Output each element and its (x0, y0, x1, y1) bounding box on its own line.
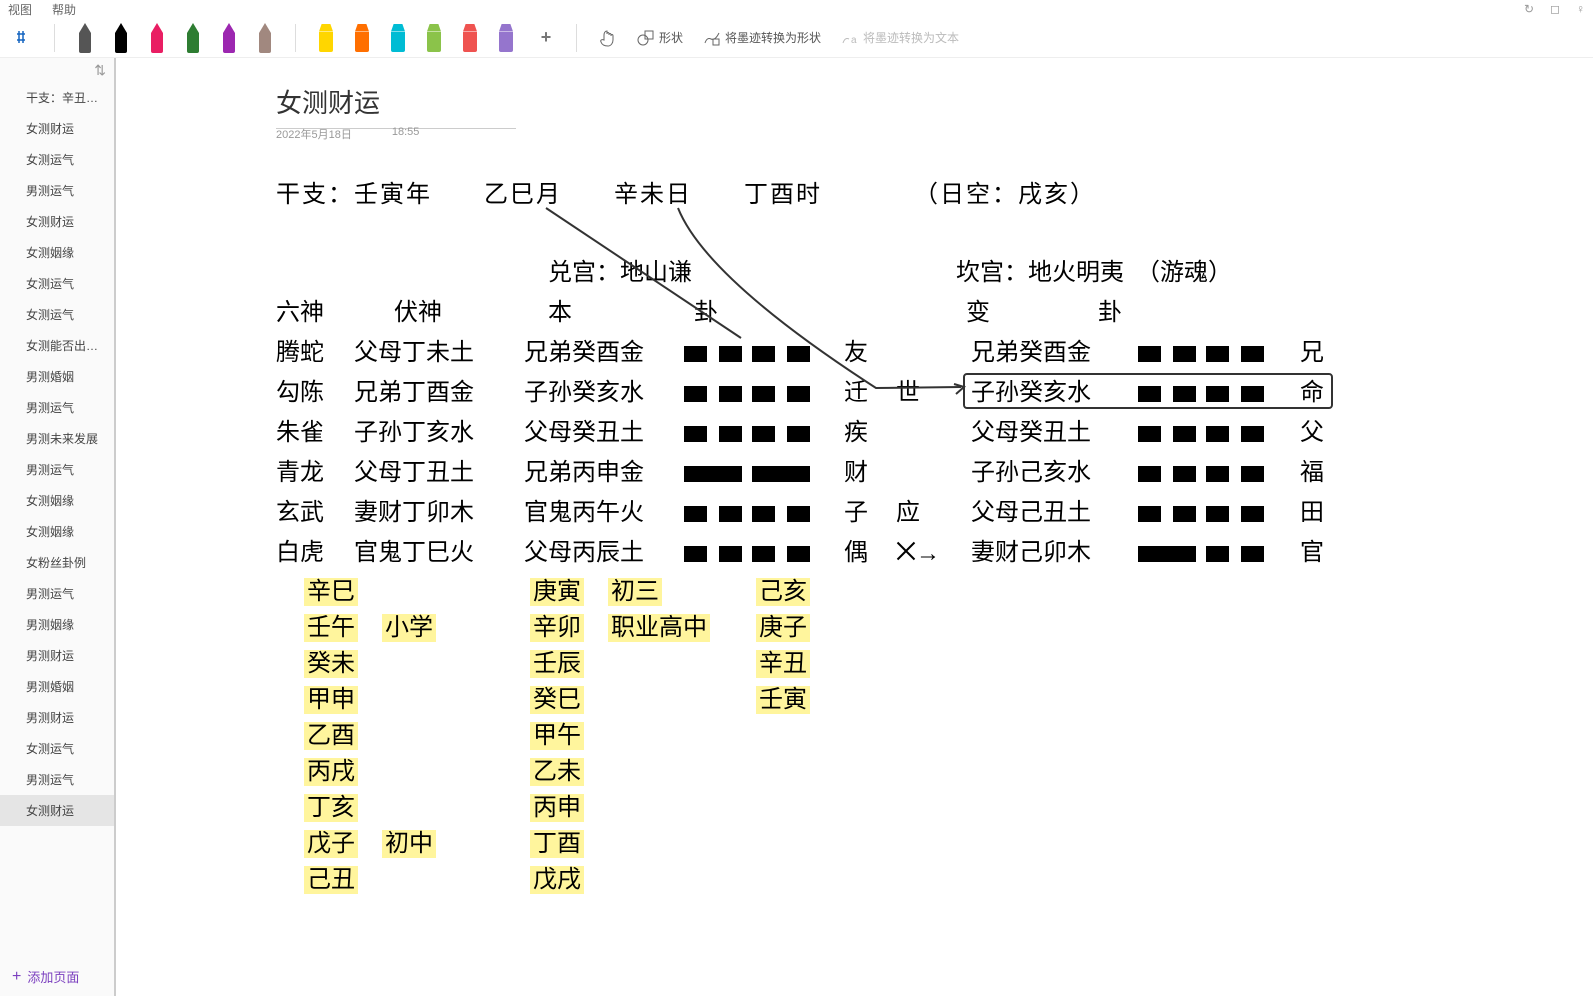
page-item[interactable]: 男测运气 (0, 454, 114, 485)
page-item[interactable]: 女测运气 (0, 733, 114, 764)
highlighted-text: 壬辰 (530, 652, 584, 676)
page-item[interactable]: 男测运气 (0, 578, 114, 609)
bulb-icon[interactable]: ♀ (1576, 2, 1585, 16)
highlighted-text: 乙未 (530, 760, 584, 784)
window-icon[interactable]: ◻ (1550, 2, 1560, 16)
shape-tool[interactable]: 形状 (631, 25, 689, 51)
note-canvas[interactable]: 女测财运 2022年5月18日18:55 干支：壬寅年 乙巳月 辛未日 丁酉时 … (116, 58, 1593, 996)
highlighted-text: 壬寅 (756, 688, 810, 712)
page-item[interactable]: 女测姻缘 (0, 485, 114, 516)
header-ben: 本 (548, 301, 572, 325)
highlighter-tool-5[interactable] (490, 20, 522, 56)
page-item[interactable]: 男测运气 (0, 764, 114, 795)
page-item[interactable]: 男测婚姻 (0, 361, 114, 392)
cursor-tool[interactable] (8, 20, 40, 56)
header-gua: 卦 (694, 301, 718, 325)
page-item[interactable]: 男测未来发展 (0, 423, 114, 454)
highlighter-tool-2[interactable] (382, 20, 414, 56)
ink-to-text-button[interactable]: a 将墨迹转换为文本 (835, 25, 965, 51)
highlighted-text: 辛巳 (304, 580, 358, 604)
page-item[interactable]: 女测财运 (0, 206, 114, 237)
highlighter-tool-4[interactable] (454, 20, 486, 56)
sort-button[interactable]: ⇅ (0, 58, 114, 82)
page-item[interactable]: 女测姻缘 (0, 516, 114, 547)
highlighted-text: 丙申 (530, 796, 584, 820)
add-pen-button[interactable]: + (530, 20, 562, 56)
highlighted-text: 丁亥 (304, 796, 358, 820)
highlighted-text: 己丑 (304, 868, 358, 892)
header-fu: 伏神 (394, 301, 442, 325)
highlighted-text: 甲申 (304, 688, 358, 712)
ink-highlight-rect (963, 373, 1333, 409)
pen-tool-3[interactable] (177, 20, 209, 56)
note-date-time: 2022年5月18日18:55 (276, 126, 419, 142)
page-item[interactable]: 干支：辛丑年… (0, 82, 114, 113)
highlighted-text: 癸未 (304, 652, 358, 676)
highlighted-text: 辛卯 职业高中 (530, 616, 710, 640)
highlighter-tool-0[interactable] (310, 20, 342, 56)
highlighted-text: 乙酉 (304, 724, 358, 748)
page-list: 干支：辛丑年…女测财运女测运气男测运气女测财运女测姻缘女测运气女测运气女测能否出… (0, 82, 114, 957)
gong-main: 兑宫：地山谦 (548, 261, 692, 285)
highlighted-text: 丙戌 (304, 760, 358, 784)
pen-tool-0[interactable] (69, 20, 101, 56)
svg-text:a: a (851, 35, 857, 46)
page-item[interactable]: 男测姻缘 (0, 609, 114, 640)
highlighted-text: 己亥 (756, 580, 810, 604)
highlighted-text: 甲午 (530, 724, 584, 748)
highlighted-text: 癸巳 (530, 688, 584, 712)
header-bian: 变 (966, 301, 990, 325)
add-page-button[interactable]: 添加页面 (0, 957, 114, 996)
pen-tool-5[interactable] (249, 20, 281, 56)
menubar: 视图 帮助 ↻ ◻ ♀ (0, 0, 1593, 18)
ganzhi-row: 干支：壬寅年 乙巳月 辛未日 丁酉时 （日空：戌亥） (276, 183, 1096, 207)
highlighter-tool-1[interactable] (346, 20, 378, 56)
note-title[interactable]: 女测财运 (276, 83, 516, 129)
highlighted-text: 庚寅 初三 (530, 580, 662, 604)
pen-tool-1[interactable] (105, 20, 137, 56)
highlighted-text: 戊戌 (530, 868, 584, 892)
page-item[interactable]: 男测婚姻 (0, 671, 114, 702)
page-item[interactable]: 女测财运 (0, 113, 114, 144)
pen-tool-4[interactable] (213, 20, 245, 56)
page-item[interactable]: 女测能否出国… (0, 330, 114, 361)
header-gua2: 卦 (1098, 301, 1122, 325)
page-item[interactable]: 女测运气 (0, 144, 114, 175)
page-item[interactable]: 男测财运 (0, 640, 114, 671)
page-item[interactable]: 男测运气 (0, 392, 114, 423)
page-item[interactable]: 女测姻缘 (0, 237, 114, 268)
menu-view[interactable]: 视图 (8, 1, 32, 18)
menu-help[interactable]: 帮助 (52, 1, 76, 18)
page-sidebar: ⇅ 干支：辛丑年…女测财运女测运气男测运气女测财运女测姻缘女测运气女测运气女测能… (0, 58, 116, 996)
page-item[interactable]: 女粉丝卦例 (0, 547, 114, 578)
drawing-toolbar: + 形状 将墨迹转换为形状 a 将墨迹转换为文本 (0, 18, 1593, 58)
highlighter-tool-3[interactable] (418, 20, 450, 56)
highlighted-text: 壬午 小学 (304, 616, 436, 640)
ink-to-shape-button[interactable]: 将墨迹转换为形状 (697, 25, 827, 51)
page-item[interactable]: 女测财运 (0, 795, 114, 826)
touch-draw-toggle[interactable] (591, 20, 623, 56)
highlighted-text: 庚子 (756, 616, 810, 640)
highlighted-text: 戊子 初中 (304, 832, 436, 856)
sync-icon[interactable]: ↻ (1524, 2, 1534, 16)
page-item[interactable]: 女测运气 (0, 299, 114, 330)
page-item[interactable]: 男测运气 (0, 175, 114, 206)
page-item[interactable]: 女测运气 (0, 268, 114, 299)
highlighted-text: 丁酉 (530, 832, 584, 856)
gong-change: 坎宫：地火明夷 （游魂） (956, 261, 1232, 285)
pen-tool-2[interactable] (141, 20, 173, 56)
page-item[interactable]: 男测财运 (0, 702, 114, 733)
header-liu: 六神 (276, 301, 324, 325)
highlighted-text: 辛丑 (756, 652, 810, 676)
